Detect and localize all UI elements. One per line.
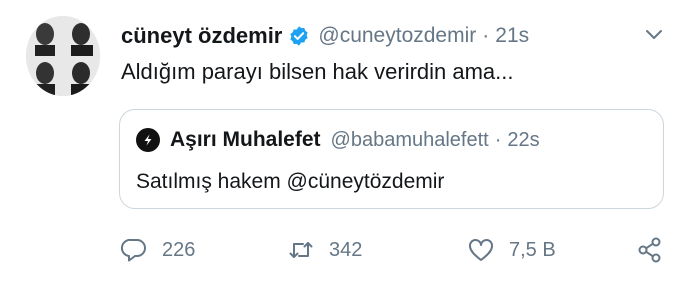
- share-icon: [636, 236, 664, 264]
- reply-button[interactable]: 226: [120, 236, 195, 264]
- separator-dot: ·: [494, 128, 502, 151]
- author-handle[interactable]: @cuneytozdemir: [318, 24, 476, 48]
- like-button[interactable]: 7,5 B: [467, 236, 556, 264]
- avatar-photo-4: [63, 56, 100, 96]
- author-name[interactable]: cüneyt özdemir: [121, 23, 282, 49]
- tweet-actions: 226 342 7,5 B: [0, 232, 690, 272]
- reply-count: 226: [162, 238, 196, 261]
- tweet-time[interactable]: 21s: [495, 24, 529, 48]
- tweet-header: cüneyt özdemir @cuneytozdemir · 21s: [121, 20, 529, 52]
- quoted-tweet-card[interactable]: Aşırı Muhalefet @babamuhalefett · 22s Sa…: [119, 109, 664, 209]
- heart-icon: [467, 236, 495, 264]
- quoted-author-name: Aşırı Muhalefet: [170, 128, 321, 151]
- chevron-down-icon[interactable]: [644, 28, 664, 42]
- quoted-tweet-text: Satılmış hakem @cüneytözdemir: [136, 170, 445, 193]
- quoted-tweet-header: Aşırı Muhalefet @babamuhalefett · 22s: [136, 128, 540, 152]
- avatar-photo-1: [26, 16, 63, 56]
- separator-dot: ·: [482, 24, 490, 47]
- reply-icon: [120, 236, 148, 264]
- retweet-count: 342: [329, 238, 363, 261]
- avatar-photo-2: [63, 16, 100, 56]
- tweet-text: Aldığım parayı bilsen hak verirdin ama..…: [121, 59, 514, 84]
- share-button[interactable]: [636, 236, 664, 264]
- retweet-button[interactable]: 342: [287, 236, 362, 264]
- quoted-tweet-time: 22s: [507, 128, 540, 151]
- like-count: 7,5 B: [509, 238, 556, 261]
- author-avatar[interactable]: [26, 16, 100, 96]
- quoted-author-handle: @babamuhalefett: [330, 128, 489, 151]
- avatar-photo-3: [26, 56, 63, 96]
- quoted-author-avatar: [136, 128, 160, 152]
- verified-badge-icon: [288, 25, 310, 47]
- retweet-icon: [287, 236, 315, 264]
